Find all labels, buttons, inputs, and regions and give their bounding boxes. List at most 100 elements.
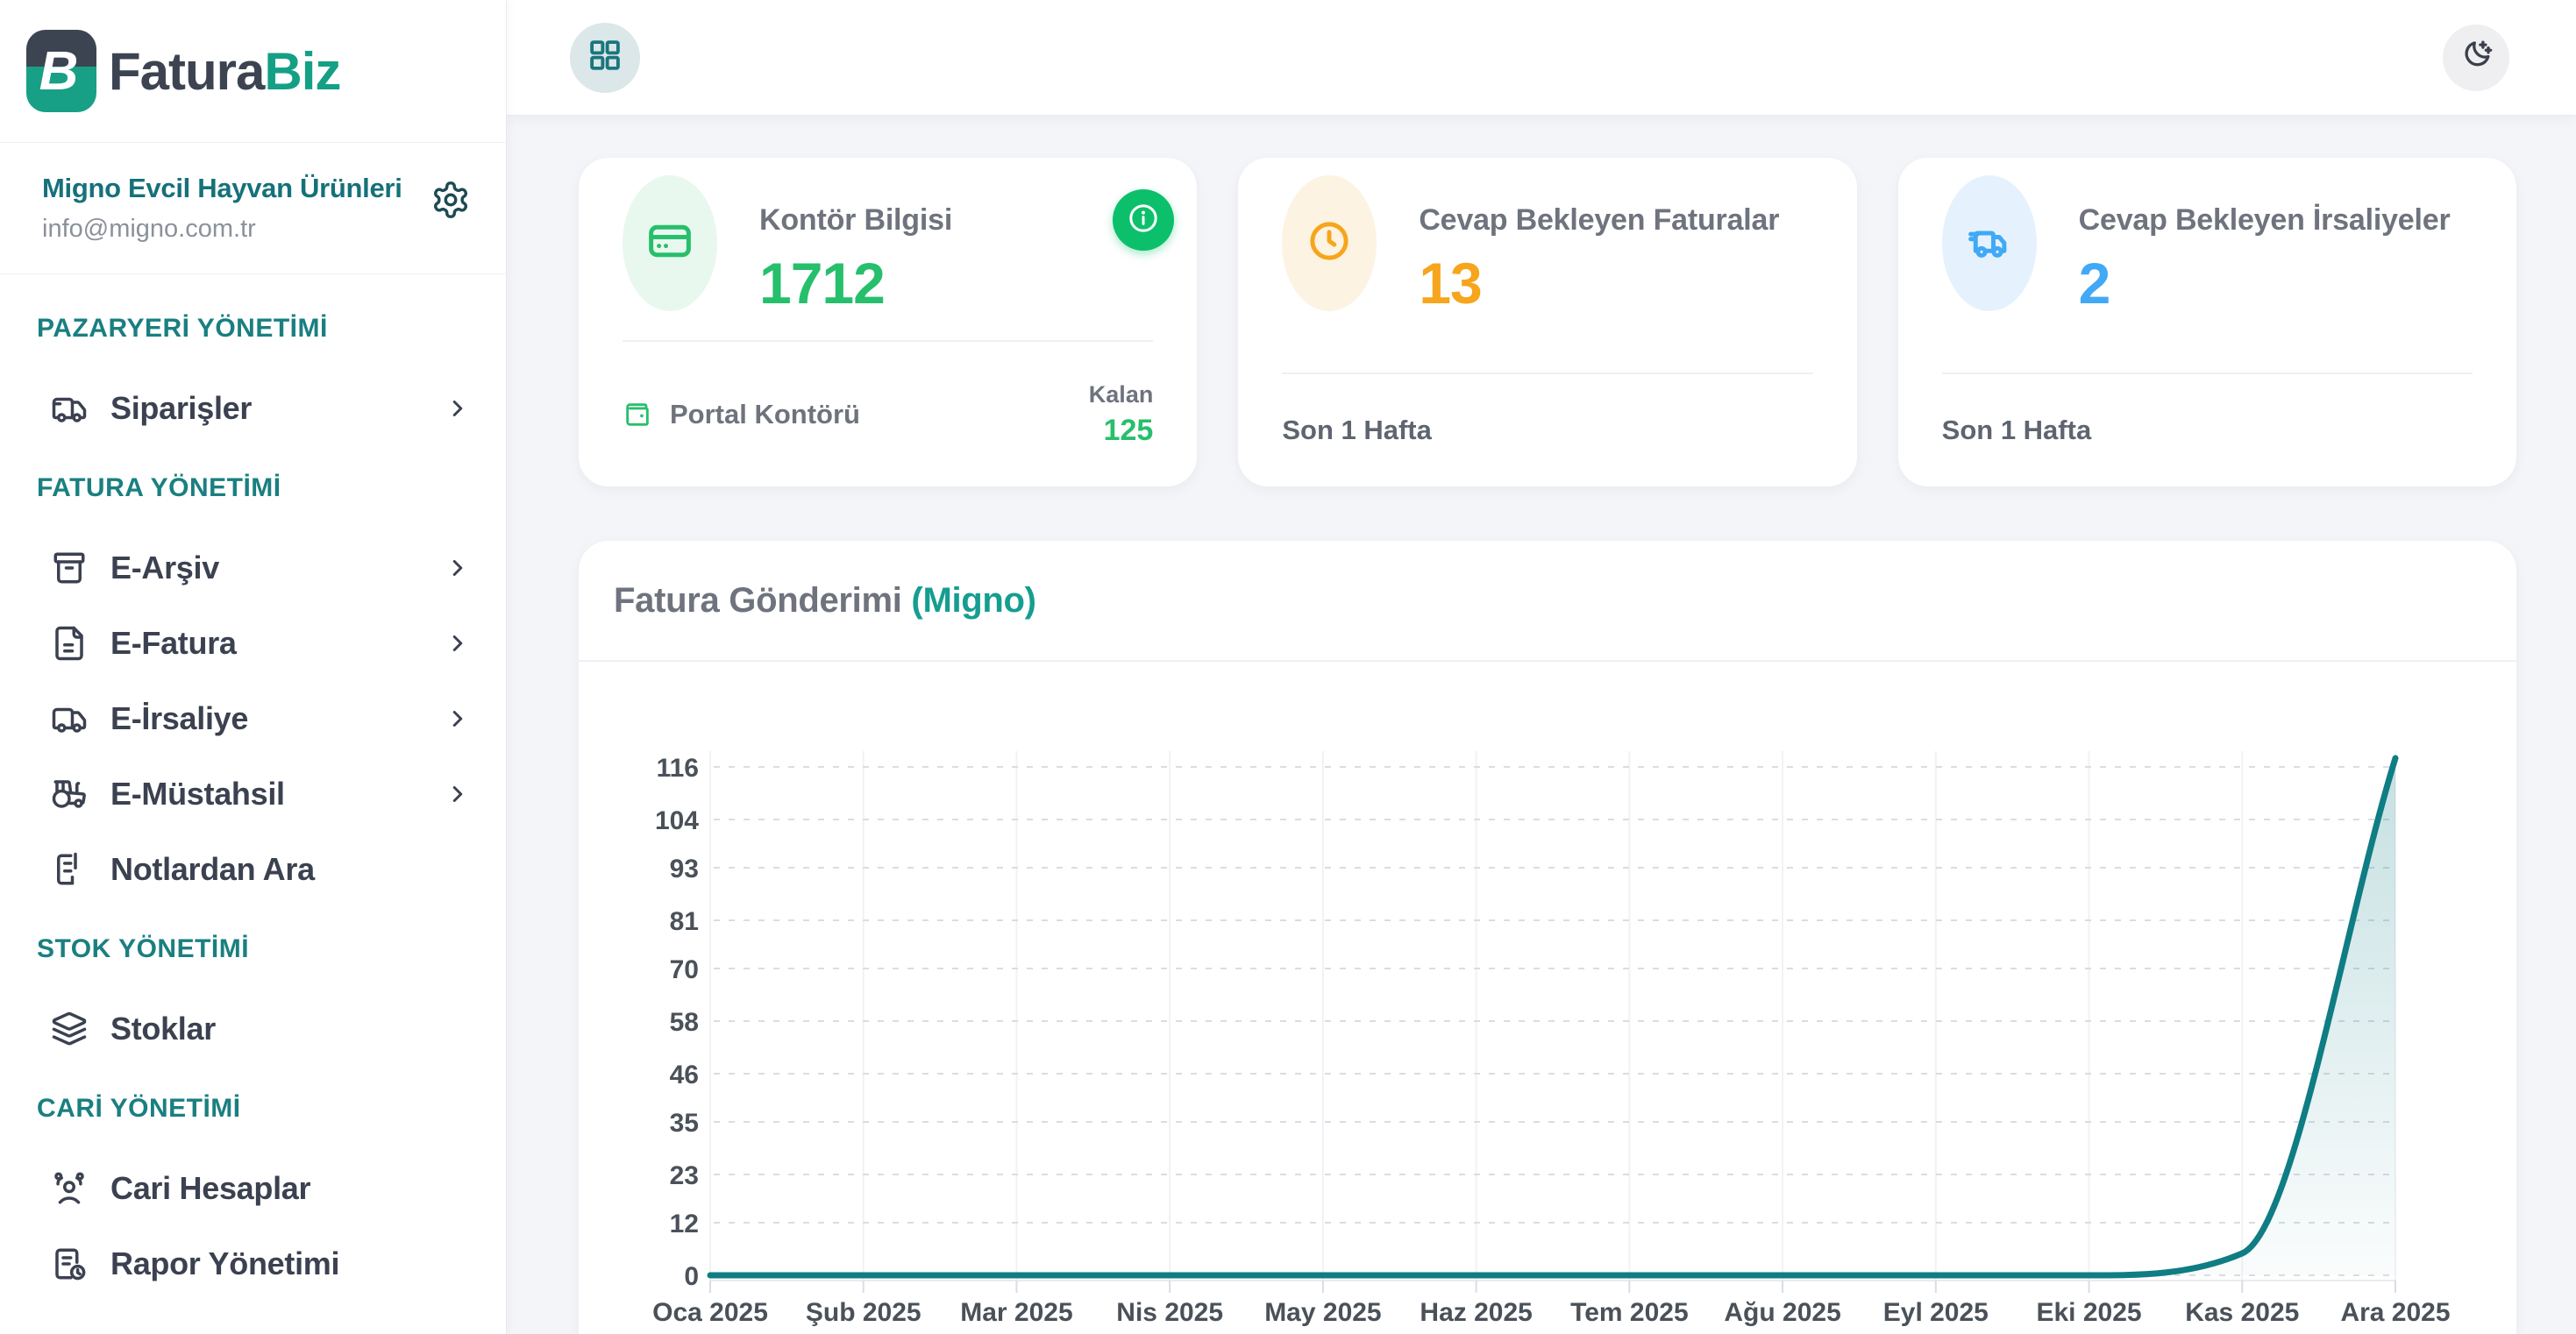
card-value: 13 — [1419, 250, 1779, 316]
info-button[interactable] — [1113, 189, 1174, 251]
svg-text:Nis 2025: Nis 2025 — [1116, 1298, 1223, 1327]
sidebar-item-e-mustahsil[interactable]: E-Müstahsil — [0, 756, 506, 832]
sidebar-item-cari-hesaplar[interactable]: Cari Hesaplar — [0, 1151, 506, 1226]
tractor-icon — [51, 776, 88, 812]
sidebar-nav: PAZARYERİ YÖNETİMİ Siparişler FATURA YÖN… — [0, 274, 506, 1302]
chevron-right-icon — [445, 395, 471, 422]
chevron-right-icon — [445, 630, 471, 656]
sidebar-section-header-pazaryeri: PAZARYERİ YÖNETİMİ — [0, 287, 506, 371]
sidebar-item-label: Cari Hesaplar — [110, 1170, 310, 1207]
sidebar-item-label: E-Arşiv — [110, 550, 219, 586]
kalan-label: Kalan — [1089, 381, 1154, 408]
dark-mode-button[interactable] — [2443, 25, 2509, 91]
apps-grid-icon — [587, 37, 623, 78]
son-1-hafta-label: Son 1 Hafta — [1942, 415, 2092, 446]
layers-icon — [51, 1011, 88, 1047]
card-icon-circle — [1282, 175, 1377, 311]
stat-card-bekleyen-irsaliyeler: Cevap Bekleyen İrsaliyeler 2 Son 1 Hafta — [1898, 158, 2516, 486]
sidebar-item-e-irsaliye[interactable]: E-İrsaliye — [0, 681, 506, 756]
sidebar-item-label: E-Müstahsil — [110, 776, 285, 812]
svg-text:Şub 2025: Şub 2025 — [806, 1298, 922, 1327]
svg-text:Eki 2025: Eki 2025 — [2036, 1298, 2141, 1327]
archive-icon — [51, 550, 88, 586]
sidebar-section-header-stok: STOK YÖNETİMİ — [0, 907, 506, 991]
gear-icon[interactable] — [431, 180, 471, 220]
logo-word-primary: Fatura — [109, 42, 264, 101]
sidebar-item-stoklar[interactable]: Stoklar — [0, 991, 506, 1067]
clock-icon — [1306, 217, 1353, 269]
report-clock-icon — [51, 1245, 88, 1282]
portal-kontoru-label: Portal Kontörü — [670, 399, 860, 430]
topbar — [507, 0, 2576, 116]
line-chart[interactable]: 0 12 23 35 46 58 70 81 93 104 116 Oca 2025 Şub 2025 M… — [579, 663, 2516, 1334]
svg-text:23: 23 — [670, 1161, 699, 1190]
credit-card-icon — [646, 217, 694, 269]
kalan-value: 125 — [1104, 414, 1154, 448]
sidebar-item-label: Stoklar — [110, 1011, 216, 1047]
sidebar-section-header-fatura: FATURA YÖNETİMİ — [0, 446, 506, 530]
delivery-truck-icon — [51, 390, 88, 427]
svg-text:Ara 2025: Ara 2025 — [2340, 1298, 2450, 1327]
svg-text:0: 0 — [684, 1262, 699, 1291]
sidebar-section-header-cari: CARİ YÖNETİMİ — [0, 1067, 506, 1151]
sidebar-item-label: Rapor Yönetimi — [110, 1245, 339, 1282]
app-logo[interactable]: B FaturaBiz — [0, 0, 506, 143]
chevron-right-icon — [445, 781, 471, 807]
sidebar-item-rapor-yonetimi[interactable]: Rapor Yönetimi — [0, 1226, 506, 1302]
chevron-right-icon — [445, 555, 471, 581]
logo-mark-icon: B — [26, 30, 96, 112]
card-value: 1712 — [759, 250, 952, 316]
svg-text:93: 93 — [670, 855, 699, 883]
card-title: Cevap Bekleyen Faturalar — [1419, 203, 1779, 238]
dashboard-content: Kontör Bilgisi 1712 Portal Kontörü Kalan — [507, 116, 2576, 1334]
svg-text:Ağu 2025: Ağu 2025 — [1724, 1298, 1840, 1327]
svg-text:116: 116 — [657, 754, 699, 783]
chart-header: Fatura Gönderimi (Migno) — [579, 541, 2516, 662]
card-icon-circle — [1942, 175, 2037, 311]
moon-stars-icon — [2458, 37, 2494, 78]
sidebar-item-label: Siparişler — [110, 390, 252, 427]
svg-text:Tem 2025: Tem 2025 — [1570, 1298, 1689, 1327]
svg-text:35: 35 — [670, 1109, 699, 1138]
chart-title: Fatura Gönderimi (Migno) — [614, 581, 1036, 621]
svg-text:81: 81 — [670, 907, 699, 936]
card-value: 2 — [2079, 250, 2451, 316]
document-icon — [51, 625, 88, 662]
svg-text:Kas 2025: Kas 2025 — [2185, 1298, 2299, 1327]
users-icon — [51, 1170, 88, 1207]
stat-card-kontor: Kontör Bilgisi 1712 Portal Kontörü Kalan — [579, 158, 1197, 486]
svg-text:Oca 2025: Oca 2025 — [652, 1298, 768, 1327]
logo-letter: B — [26, 30, 96, 112]
logo-word-accent: Biz — [264, 42, 340, 101]
sidebar-item-notlardan-ara[interactable]: Notlardan Ara — [0, 832, 506, 907]
sidebar-item-label: E-İrsaliye — [110, 700, 248, 737]
sidebar: B FaturaBiz Migno Evcil Hayvan Ürünleri … — [0, 0, 507, 1334]
sidebar-item-siparisler[interactable]: Siparişler — [0, 371, 506, 446]
card-title: Cevap Bekleyen İrsaliyeler — [2079, 203, 2451, 238]
svg-text:46: 46 — [670, 1061, 699, 1089]
card-title: Kontör Bilgisi — [759, 203, 952, 238]
sidebar-item-e-arsiv[interactable]: E-Arşiv — [0, 530, 506, 606]
svg-text:Haz 2025: Haz 2025 — [1420, 1298, 1532, 1327]
apps-grid-button[interactable] — [570, 23, 640, 93]
stat-card-bekleyen-faturalar: Cevap Bekleyen Faturalar 13 Son 1 Hafta — [1238, 158, 1856, 486]
svg-text:58: 58 — [670, 1008, 699, 1037]
chart-title-main: Fatura Gönderimi — [614, 581, 902, 620]
sidebar-item-label: Notlardan Ara — [110, 851, 315, 888]
shipping-truck-icon — [1966, 217, 2013, 269]
card-icon-circle — [623, 175, 717, 311]
sidebar-item-label: E-Fatura — [110, 625, 237, 662]
truck-icon — [51, 700, 88, 737]
chart-title-sub: (Migno) — [911, 581, 1035, 620]
main-area: Kontör Bilgisi 1712 Portal Kontörü Kalan — [507, 0, 2576, 1334]
account-block: Migno Evcil Hayvan Ürünleri info@migno.c… — [0, 143, 506, 274]
svg-text:70: 70 — [670, 955, 699, 984]
sidebar-item-e-fatura[interactable]: E-Fatura — [0, 606, 506, 681]
svg-text:12: 12 — [670, 1210, 699, 1238]
stat-cards-row: Kontör Bilgisi 1712 Portal Kontörü Kalan — [579, 158, 2516, 486]
svg-text:May 2025: May 2025 — [1264, 1298, 1381, 1327]
son-1-hafta-label: Son 1 Hafta — [1282, 415, 1432, 446]
info-icon — [1126, 201, 1161, 240]
svg-text:104: 104 — [655, 806, 699, 835]
svg-text:Eyl 2025: Eyl 2025 — [1883, 1298, 1989, 1327]
